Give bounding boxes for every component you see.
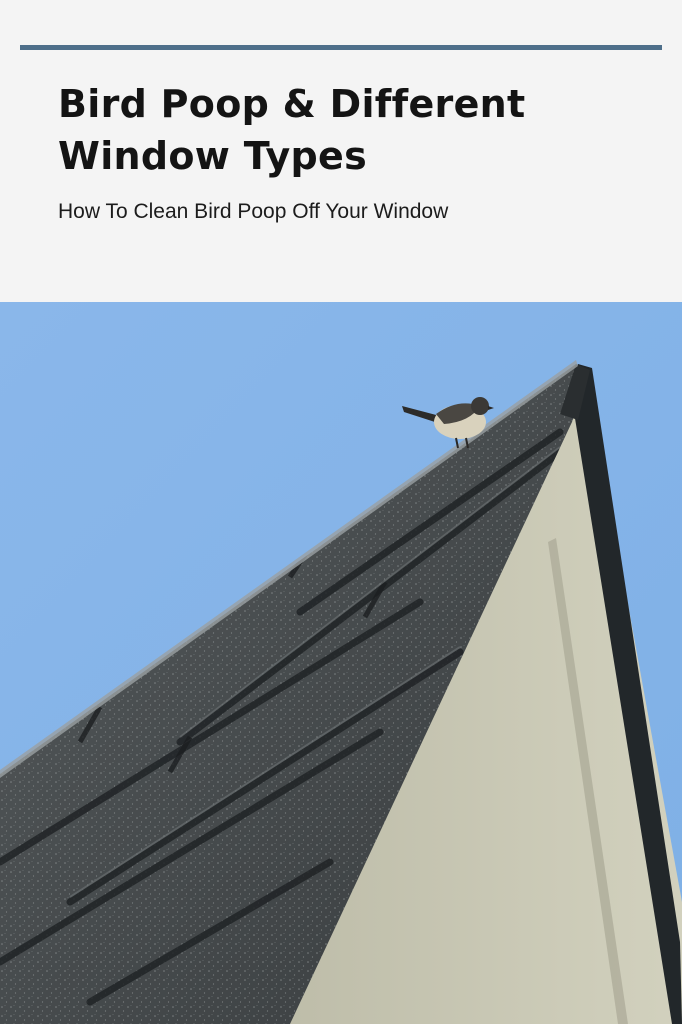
pin-graphic: Bird Poop & Different Window Types How T… <box>0 0 682 1024</box>
accent-rule <box>20 45 662 50</box>
roof-photo <box>0 302 682 1024</box>
page-title: Bird Poop & Different Window Types <box>58 82 526 178</box>
page-subtitle: How To Clean Bird Poop Off Your Window <box>58 200 449 223</box>
header-panel: Bird Poop & Different Window Types How T… <box>0 0 682 302</box>
